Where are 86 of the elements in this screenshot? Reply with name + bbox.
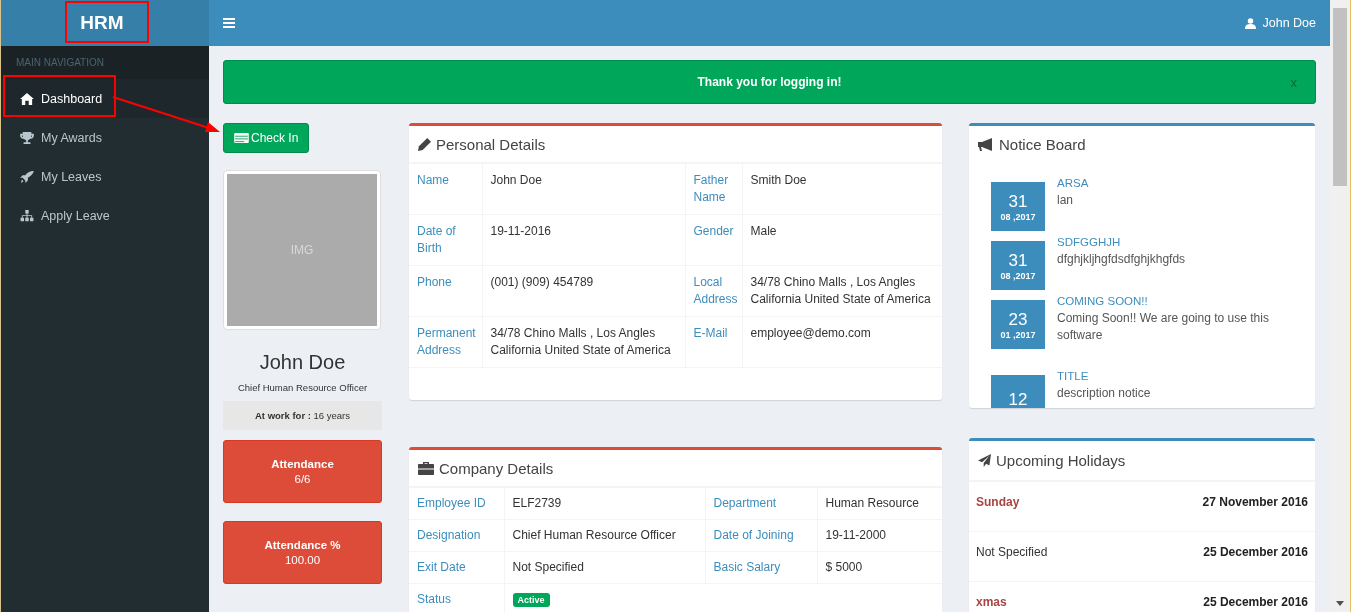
date-day: 23 (1008, 309, 1028, 330)
field-value: 19-11-2016 (490, 224, 551, 238)
rocket-icon (20, 170, 34, 183)
field-label: Employee ID (417, 496, 486, 510)
date-month-year: 01 ,2017 (1000, 329, 1036, 340)
field-value: Smith Doe (750, 173, 807, 187)
date-month-year: 08 ,2017 (1000, 211, 1036, 222)
profile-name: John Doe (258, 351, 347, 374)
field-value: John Doe (490, 173, 542, 187)
date-day: 12 (1008, 389, 1028, 408)
logo-text[interactable]: HRM (80, 12, 124, 34)
field-label: Local Address (693, 275, 738, 306)
field-value: employee@demo.com (750, 326, 871, 340)
holiday-date: 25 December 2016 (1203, 595, 1308, 611)
scrollbar[interactable] (1330, 0, 1351, 612)
profile-title: Chief Human Resource Officer (236, 382, 369, 393)
user-menu[interactable]: John Doe (1245, 16, 1316, 30)
field-value: Chief Human Resource Officer (512, 528, 676, 542)
notice-description: dfghjkljhgfdsdfghjkhgfds (1057, 251, 1186, 268)
field-value: ELF2739 (512, 496, 562, 510)
notice-title-link[interactable]: COMING SOON!! (1057, 295, 1295, 307)
nav-heading: MAIN NAVIGATION (1, 46, 209, 79)
stat-label: Attendance % (264, 539, 341, 551)
notice-description: description notice (1057, 385, 1151, 402)
field-value: Male (750, 224, 777, 238)
field-label: Exit Date (417, 560, 466, 574)
stat-value: 6/6 (294, 473, 311, 485)
scroll-down-arrow-icon[interactable] (1336, 601, 1344, 606)
card-title: Notice Board (999, 135, 1086, 153)
field-label: Phone (417, 275, 452, 289)
notice-description: Coming Soon!! We are going to use this software (1057, 310, 1270, 344)
field-value: 34/78 Chino Malls , Los Angles California United State of America (750, 275, 931, 306)
field-label: Father Name (693, 173, 729, 204)
pencil-icon (418, 137, 431, 151)
tenure-text: At work for : 16 years (223, 401, 382, 430)
sitemap-icon (20, 209, 34, 222)
notice-title-link[interactable]: ARSA (1057, 177, 1089, 189)
field-label: E-Mail (693, 326, 728, 340)
date-month-year: 08 ,2017 (1000, 270, 1036, 281)
notice-title-link[interactable]: TITLE (1057, 370, 1151, 382)
field-label: Designation (417, 528, 481, 542)
megaphone-icon (978, 137, 994, 151)
holiday-name: xmas (976, 595, 1007, 611)
field-label: Permanent Address (417, 326, 476, 357)
holiday-name: Not Specified (976, 545, 1048, 561)
nav-item[interactable]: My Awards (1, 118, 209, 157)
menu-icon[interactable] (223, 18, 235, 28)
scrollbar-thumb[interactable] (1333, 8, 1347, 186)
field-value: 34/78 Chino Malls , Los Angles California United State of America (490, 326, 671, 357)
id-card-icon (234, 133, 249, 143)
field-label: Department (713, 496, 777, 510)
field-value: 19-11-2000 (825, 528, 886, 542)
card-title: Personal Details (436, 135, 546, 153)
card-title: Upcoming Holidays (996, 452, 1126, 469)
field-label: Gender (693, 224, 734, 238)
field-label: Status (417, 592, 452, 606)
nav-item[interactable]: My Leaves (1, 157, 209, 196)
field-label: Date of Birth (417, 224, 456, 255)
holiday-name: Sunday (976, 495, 1020, 511)
field-value: (001) (909) 454789 (490, 275, 594, 289)
field-value: Human Resource (825, 496, 919, 510)
field-label: Date of Joining (713, 528, 794, 542)
stat-label: Attendance (271, 458, 334, 470)
field-value: Not Specified (512, 560, 584, 574)
card-title: Company Details (439, 459, 554, 477)
field-value: $ 5000 (825, 560, 863, 574)
home-icon (20, 92, 34, 105)
briefcase-icon (418, 461, 434, 475)
nav-item[interactable]: Dashboard (1, 79, 209, 118)
notice-description: lan (1057, 192, 1074, 209)
nav-item[interactable]: Apply Leave (1, 196, 209, 235)
notice-title-link[interactable]: SDFGGHJH (1057, 236, 1186, 248)
paper-plane-icon (978, 454, 991, 467)
holiday-date: 27 November 2016 (1202, 495, 1308, 511)
field-label: Name (417, 173, 449, 187)
alert-message: Thank you for logging in! (697, 75, 842, 89)
field-label: Basic Salary (713, 560, 781, 574)
stat-value: 100.00 (284, 554, 321, 566)
holiday-date: 25 December 2016 (1203, 545, 1308, 561)
check-in-button[interactable]: Check In (223, 123, 310, 153)
status-badge: Active (512, 593, 550, 607)
user-icon (1245, 17, 1257, 29)
trophy-icon (20, 131, 34, 144)
date-day: 31 (1008, 191, 1028, 212)
close-button[interactable]: x (1290, 75, 1297, 90)
date-day: 31 (1008, 250, 1028, 271)
